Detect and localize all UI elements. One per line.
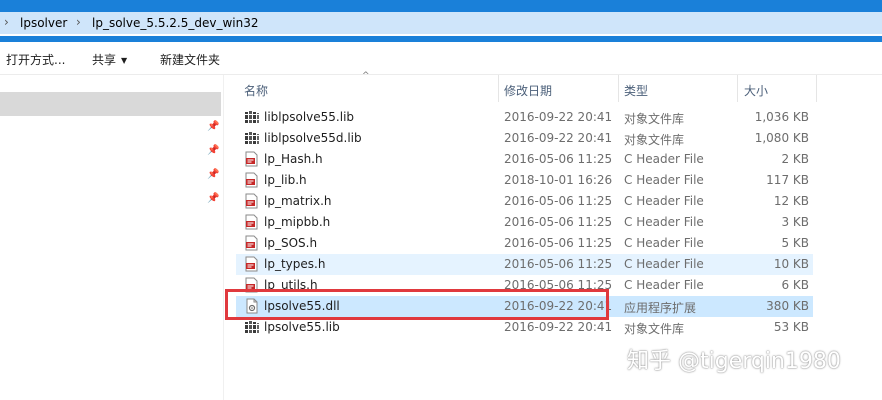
file-size: 380 KB — [766, 299, 809, 313]
highlight-annotation-box — [225, 289, 609, 320]
open-with-label: 打开方式... — [6, 53, 66, 67]
file-name: lp_SOS.h — [264, 236, 318, 250]
column-header-name[interactable]: 名称 — [244, 82, 268, 99]
file-row[interactable]: lp_SOS.h 2016-05-06 11:25 C Header File 5 K… — [236, 233, 813, 254]
command-bar: 打开方式... 共享 ▼ 新建文件夹 — [0, 42, 882, 75]
file-size: 1,036 KB — [754, 110, 809, 124]
share-button[interactable]: 共享 ▼ — [92, 51, 127, 68]
file-modified-date: 2016-05-06 11:25 — [504, 152, 613, 166]
file-row[interactable]: lp_lib.h 2018-10-01 16:26 C Header File 117… — [236, 170, 813, 191]
column-divider[interactable] — [816, 75, 817, 102]
file-row[interactable]: lpsolve55.lib 2016-09-22 20:41 对象文件库 53 KB — [236, 317, 813, 338]
header-file-icon — [244, 214, 260, 230]
column-divider[interactable] — [498, 75, 499, 102]
file-name: lp_Hash.h — [264, 152, 323, 166]
file-size: 3 KB — [781, 215, 809, 229]
file-size: 53 KB — [773, 320, 809, 334]
column-header-date[interactable]: 修改日期 — [504, 82, 552, 99]
file-modified-date: 2016-05-06 11:25 — [504, 215, 613, 229]
pin-icon[interactable]: 📌 — [207, 122, 219, 132]
library-icon — [244, 109, 260, 125]
file-type: 对象文件库 — [624, 133, 685, 147]
new-folder-button[interactable]: 新建文件夹 — [160, 51, 220, 68]
window-title-bar — [0, 0, 882, 12]
column-header-row: ^ 名称 修改日期 类型 大小 — [236, 71, 817, 102]
file-name: lp_matrix.h — [264, 194, 332, 208]
file-name: liblpsolve55.lib — [264, 110, 355, 124]
library-icon — [244, 130, 260, 146]
breadcrumb-item-lpsolver[interactable]: lpsolver — [20, 16, 67, 30]
file-name: liblpsolve55d.lib — [264, 131, 362, 145]
file-name: lp_lib.h — [264, 173, 307, 187]
file-type: 应用程序扩展 — [624, 301, 697, 315]
file-type: 对象文件库 — [624, 322, 685, 336]
file-size: 2 KB — [781, 152, 809, 166]
file-modified-date: 2016-09-22 20:41 — [504, 320, 613, 334]
file-name: lp_types.h — [264, 257, 326, 271]
pin-icon[interactable]: 📌 — [207, 170, 219, 180]
share-label: 共享 — [92, 53, 117, 67]
address-path[interactable]: › lpsolver › lp_solve_5.5.2.5_dev_win32 — [0, 12, 882, 34]
file-size: 5 KB — [781, 236, 809, 250]
pin-icon[interactable]: 📌 — [207, 194, 219, 204]
file-name: lpsolve55.lib — [264, 320, 340, 334]
nav-selected-item[interactable] — [0, 92, 221, 116]
file-row[interactable]: lp_Hash.h 2016-05-06 11:25 C Header File 2 … — [236, 149, 813, 170]
file-size: 12 KB — [773, 194, 809, 208]
file-size: 6 KB — [781, 278, 809, 292]
file-name: lp_mipbb.h — [264, 215, 331, 229]
file-type: C Header File — [624, 257, 704, 271]
file-type: 对象文件库 — [624, 112, 685, 126]
file-modified-date: 2016-05-06 11:25 — [504, 257, 613, 271]
header-file-icon — [244, 235, 260, 251]
breadcrumb-separator: › — [76, 15, 81, 29]
file-size: 10 KB — [773, 257, 809, 271]
watermark: 知乎 @tigerqin1980 — [627, 349, 841, 374]
breadcrumb-separator: › — [4, 15, 9, 29]
header-file-icon — [244, 172, 260, 188]
open-with-button[interactable]: 打开方式... — [6, 51, 65, 68]
column-divider[interactable] — [618, 75, 619, 102]
file-modified-date: 2016-05-06 11:25 — [504, 236, 613, 250]
pin-icon[interactable]: 📌 — [207, 146, 219, 156]
file-modified-date: 2016-05-06 11:25 — [504, 194, 613, 208]
file-size: 1,080 KB — [754, 131, 809, 145]
library-icon — [244, 319, 260, 335]
file-type: C Header File — [624, 236, 704, 250]
column-header-type[interactable]: 类型 — [624, 82, 648, 99]
address-bar[interactable]: › lpsolver › lp_solve_5.5.2.5_dev_win32 — [0, 12, 882, 37]
breadcrumb-item-current-folder[interactable]: lp_solve_5.5.2.5_dev_win32 — [92, 16, 258, 30]
file-modified-date: 2018-10-01 16:26 — [504, 173, 613, 187]
sort-up-icon: ^ — [362, 71, 370, 81]
column-header-size[interactable]: 大小 — [744, 82, 768, 99]
file-size: 117 KB — [766, 173, 809, 187]
file-type: C Header File — [624, 173, 704, 187]
file-type: C Header File — [624, 278, 704, 292]
file-row[interactable]: lp_mipbb.h 2016-05-06 11:25 C Header File 3… — [236, 212, 813, 233]
file-modified-date: 2016-09-22 20:41 — [504, 131, 613, 145]
file-type: C Header File — [624, 194, 704, 208]
header-file-icon — [244, 193, 260, 209]
column-divider[interactable] — [737, 75, 738, 102]
file-type: C Header File — [624, 215, 704, 229]
header-file-icon — [244, 151, 260, 167]
file-row[interactable]: lp_matrix.h 2016-05-06 11:25 C Header File… — [236, 191, 813, 212]
file-row[interactable]: lp_types.h 2016-05-06 11:25 C Header File 1… — [236, 254, 813, 275]
new-folder-label: 新建文件夹 — [160, 53, 221, 67]
file-row[interactable]: liblpsolve55d.lib 2016-09-22 20:41 对象文件库 1,… — [236, 128, 813, 149]
file-modified-date: 2016-09-22 20:41 — [504, 110, 613, 124]
file-row[interactable]: liblpsolve55.lib 2016-09-22 20:41 对象文件库 1,0… — [236, 107, 813, 128]
header-file-icon — [244, 256, 260, 272]
chevron-down-icon: ▼ — [121, 56, 128, 65]
navigation-pane[interactable]: 📌 📌 📌 📌 — [0, 75, 224, 400]
file-type: C Header File — [624, 152, 704, 166]
